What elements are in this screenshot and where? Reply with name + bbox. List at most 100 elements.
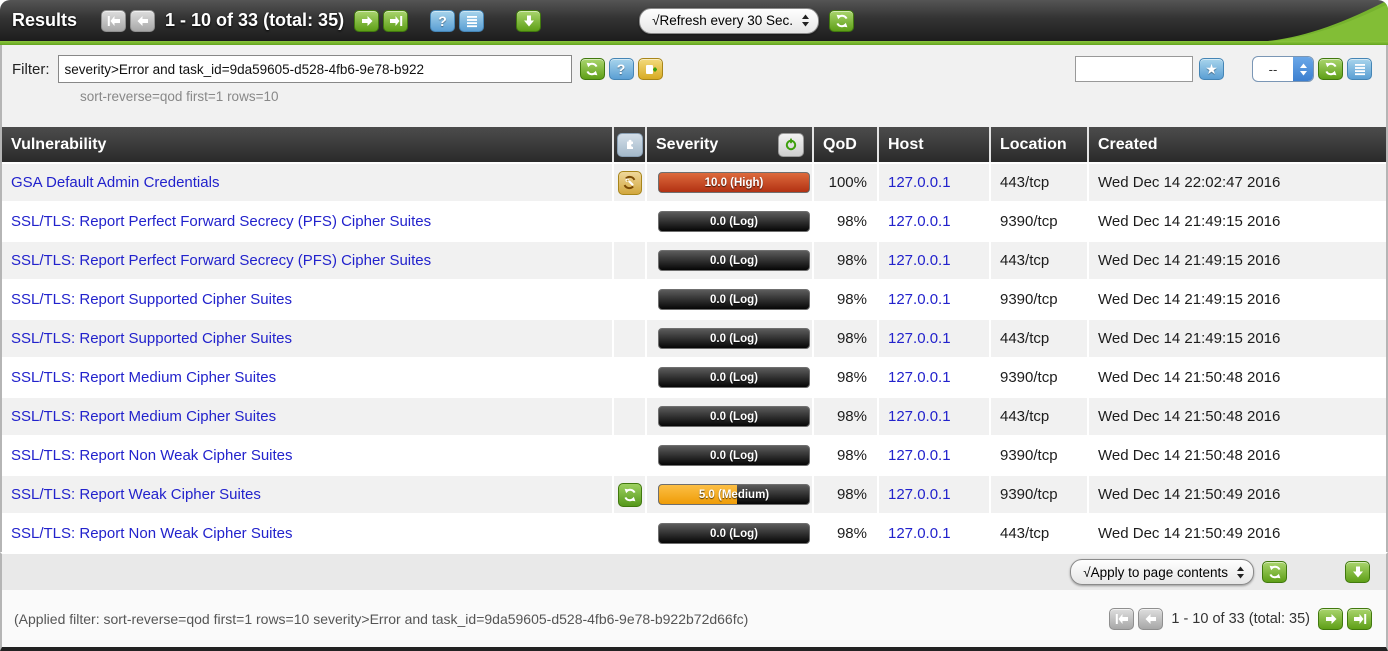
overrides-toggle-icon[interactable]	[778, 133, 804, 157]
results-table-body: GSA Default Admin Credentials 10.0 (High…	[2, 162, 1386, 552]
results-table: Vulnerability Severity QoD Host Location…	[0, 127, 1388, 552]
pagination-range-text: 1 - 10 of 33 (total: 35)	[1171, 611, 1310, 627]
host-link[interactable]: 127.0.0.1	[888, 447, 951, 464]
host-link[interactable]: 127.0.0.1	[888, 486, 951, 503]
table-row: SSL/TLS: Report Supported Cipher Suites …	[2, 279, 1386, 318]
host-link[interactable]: 127.0.0.1	[888, 291, 951, 308]
table-row: SSL/TLS: Report Weak Cipher Suites 5.0 (…	[2, 474, 1386, 513]
select-stepper-icon	[1293, 57, 1313, 81]
created-value: Wed Dec 14 21:50:49 2016	[1098, 525, 1280, 542]
window-titlebar: Results 1 - 10 of 33 (total: 35) ? √Refr…	[0, 0, 1388, 41]
column-header-created[interactable]: Created	[1089, 127, 1386, 162]
qod-value: 98%	[837, 408, 867, 425]
solution-type-workaround-icon	[618, 171, 642, 195]
host-link[interactable]: 127.0.0.1	[888, 252, 951, 269]
select-stepper-icon	[801, 14, 810, 27]
bulk-action-bar: √Apply to page contents	[0, 552, 1388, 590]
location-value: 9390/tcp	[1000, 486, 1058, 503]
severity-bar: 0.0 (Log)	[658, 250, 810, 271]
column-header-solution-type[interactable]	[614, 127, 647, 162]
vulnerability-link[interactable]: SSL/TLS: Report Perfect Forward Secrecy …	[11, 213, 431, 230]
filter-label: Filter:	[12, 61, 50, 78]
vulnerability-link[interactable]: SSL/TLS: Report Non Weak Cipher Suites	[11, 447, 293, 464]
qod-value: 98%	[837, 369, 867, 386]
vulnerability-link[interactable]: SSL/TLS: Report Medium Cipher Suites	[11, 408, 276, 425]
filters-list-button[interactable]	[1347, 58, 1372, 80]
table-header-row: Vulnerability Severity QoD Host Location…	[2, 127, 1386, 162]
host-link[interactable]: 127.0.0.1	[888, 330, 951, 347]
qod-value: 98%	[837, 252, 867, 269]
download-button[interactable]	[516, 10, 541, 32]
host-link[interactable]: 127.0.0.1	[888, 525, 951, 542]
page-title: Results	[12, 10, 77, 31]
host-link[interactable]: 127.0.0.1	[888, 213, 951, 230]
filter-input[interactable]	[58, 55, 572, 83]
severity-bar: 0.0 (Log)	[658, 445, 810, 466]
bulk-action-apply-button[interactable]	[1262, 561, 1287, 583]
previous-page-button-disabled	[130, 10, 155, 32]
bulk-download-button[interactable]	[1345, 561, 1370, 583]
list-view-button[interactable]	[459, 10, 484, 32]
saved-filters-select[interactable]: --	[1252, 56, 1314, 82]
filter-update-button[interactable]	[580, 58, 605, 80]
next-page-button[interactable]	[354, 10, 379, 32]
host-link[interactable]: 127.0.0.1	[888, 174, 951, 191]
severity-bar: 5.0 (Medium)	[658, 484, 810, 505]
vulnerability-link[interactable]: SSL/TLS: Report Weak Cipher Suites	[11, 486, 261, 503]
severity-bar: 0.0 (Log)	[658, 211, 810, 232]
severity-label: 0.0 (Log)	[710, 255, 758, 267]
vulnerability-link[interactable]: SSL/TLS: Report Supported Cipher Suites	[11, 330, 292, 347]
created-value: Wed Dec 14 21:49:15 2016	[1098, 330, 1280, 347]
created-value: Wed Dec 14 21:49:15 2016	[1098, 252, 1280, 269]
location-value: 443/tcp	[1000, 174, 1049, 191]
created-value: Wed Dec 14 21:50:48 2016	[1098, 447, 1280, 464]
table-row: SSL/TLS: Report Medium Cipher Suites 0.0…	[2, 357, 1386, 396]
refresh-now-button[interactable]	[829, 10, 854, 32]
location-value: 9390/tcp	[1000, 369, 1058, 386]
location-value: 443/tcp	[1000, 525, 1049, 542]
help-button[interactable]: ?	[430, 10, 455, 32]
location-value: 443/tcp	[1000, 252, 1049, 269]
created-value: Wed Dec 14 21:50:48 2016	[1098, 408, 1280, 425]
table-row: SSL/TLS: Report Perfect Forward Secrecy …	[2, 240, 1386, 279]
severity-bar: 0.0 (Log)	[658, 289, 810, 310]
column-header-location[interactable]: Location	[991, 127, 1089, 162]
filter-extra-terms: sort-reverse=qod first=1 rows=10	[80, 89, 278, 104]
vulnerability-link[interactable]: SSL/TLS: Report Perfect Forward Secrecy …	[11, 252, 431, 269]
vulnerability-link[interactable]: GSA Default Admin Credentials	[11, 174, 219, 191]
severity-label: 0.0 (Log)	[710, 528, 758, 540]
location-value: 443/tcp	[1000, 408, 1049, 425]
vulnerability-link[interactable]: SSL/TLS: Report Medium Cipher Suites	[11, 369, 276, 386]
created-value: Wed Dec 14 21:49:15 2016	[1098, 291, 1280, 308]
column-header-host[interactable]: Host	[879, 127, 991, 162]
green-swoosh-decoration	[1268, 0, 1388, 41]
host-link[interactable]: 127.0.0.1	[888, 369, 951, 386]
column-header-qod[interactable]: QoD	[814, 127, 879, 162]
column-header-vulnerability[interactable]: Vulnerability	[2, 127, 614, 162]
severity-label: 0.0 (Log)	[710, 294, 758, 306]
vulnerability-link[interactable]: SSL/TLS: Report Non Weak Cipher Suites	[11, 525, 293, 542]
qod-value: 98%	[837, 486, 867, 503]
host-link[interactable]: 127.0.0.1	[888, 408, 951, 425]
table-row: SSL/TLS: Report Non Weak Cipher Suites 0…	[2, 435, 1386, 474]
column-header-severity[interactable]: Severity	[647, 127, 814, 162]
filter-help-button[interactable]: ?	[609, 58, 634, 80]
vulnerability-link[interactable]: SSL/TLS: Report Supported Cipher Suites	[11, 291, 292, 308]
filter-name-input[interactable]	[1075, 56, 1193, 82]
bulk-action-select[interactable]: √Apply to page contents	[1070, 559, 1254, 585]
created-value: Wed Dec 14 21:50:48 2016	[1098, 369, 1280, 386]
last-page-button[interactable]	[1347, 608, 1372, 630]
table-row: SSL/TLS: Report Medium Cipher Suites 0.0…	[2, 396, 1386, 435]
filter-section: Filter: ? ★ -- sort-reverse=qod first=1 …	[0, 45, 1388, 127]
severity-bar: 0.0 (Log)	[658, 523, 810, 544]
save-filter-star-button[interactable]: ★	[1199, 58, 1224, 80]
new-filter-button[interactable]	[638, 58, 663, 80]
apply-saved-filter-button[interactable]	[1318, 58, 1343, 80]
refresh-interval-select[interactable]: √Refresh every 30 Sec.	[639, 8, 819, 34]
severity-bar: 0.0 (Log)	[658, 328, 810, 349]
table-row: SSL/TLS: Report Perfect Forward Secrecy …	[2, 201, 1386, 240]
next-page-button[interactable]	[1318, 608, 1343, 630]
severity-bar: 0.0 (Log)	[658, 367, 810, 388]
first-page-button-disabled	[1109, 608, 1134, 630]
last-page-button[interactable]	[383, 10, 408, 32]
